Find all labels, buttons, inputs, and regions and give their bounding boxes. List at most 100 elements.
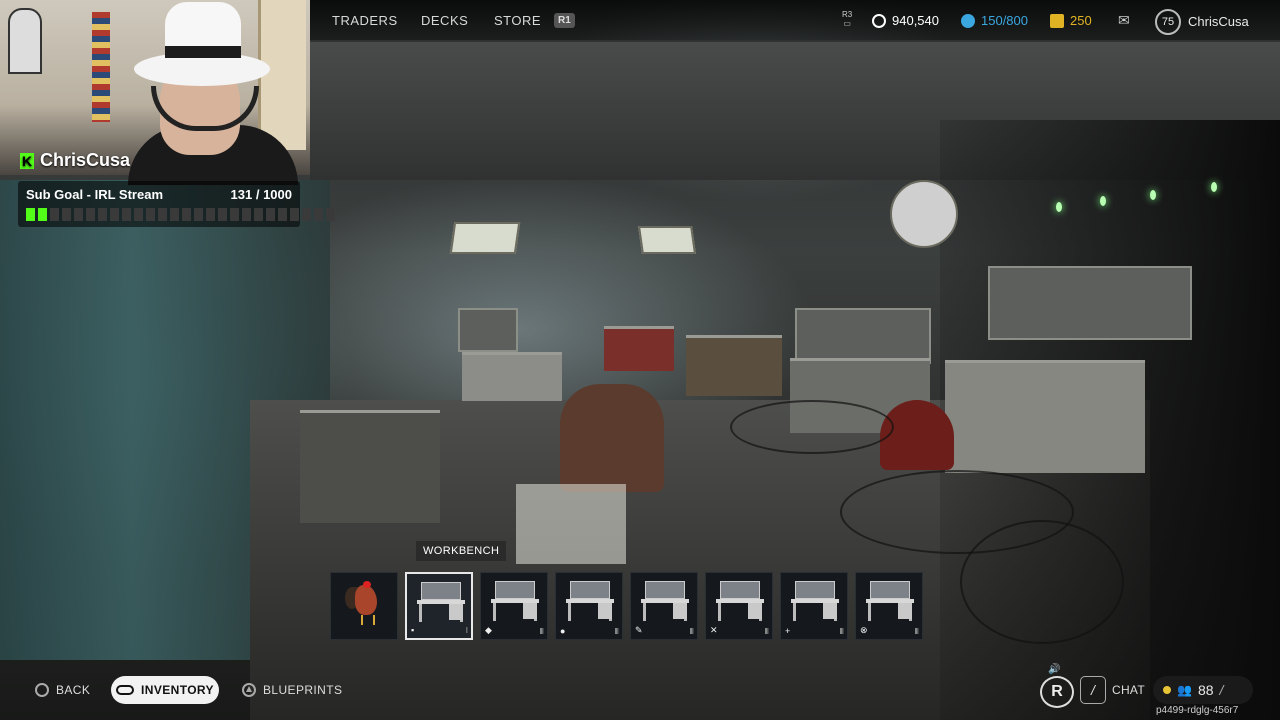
tokens-display: 250	[1050, 13, 1092, 28]
r3-hint: R3 ▭	[842, 10, 852, 28]
progress-segment	[206, 208, 215, 221]
bench-icon	[491, 581, 539, 621]
game-logo-icon[interactable]: R	[1040, 676, 1074, 708]
bench-icon	[866, 581, 914, 621]
control-panel	[988, 266, 1192, 340]
currency-icon	[872, 13, 886, 28]
party-widget[interactable]: 👥 88 /	[1153, 676, 1253, 704]
bench-icon	[716, 581, 764, 621]
desk	[686, 335, 782, 396]
progress-segment	[110, 208, 119, 221]
bench-icon	[417, 582, 465, 622]
chat-button[interactable]: /	[1080, 676, 1106, 704]
session-code: p4499-rdglg-456r7	[1156, 705, 1239, 716]
slot-tier: III	[839, 627, 844, 636]
red-chair	[880, 400, 954, 470]
progress-segment	[170, 208, 179, 221]
hotbar-slot-weapons-bench[interactable]: ✕ III	[705, 572, 773, 640]
progress-segment	[26, 208, 35, 221]
sub-goal-progress-bar	[26, 208, 335, 221]
progress-segment	[146, 208, 155, 221]
nav-store[interactable]: STORE	[494, 13, 541, 28]
slot-tier: I	[465, 626, 468, 635]
hotbar-slot-workbench[interactable]: ▪ I	[405, 572, 473, 640]
string-light	[1100, 196, 1106, 206]
progress-segment	[62, 208, 71, 221]
string-light	[1056, 202, 1062, 212]
edit-icon: /	[1219, 682, 1224, 698]
hotbar-slot-refiner[interactable]: ⊗ III	[855, 572, 923, 640]
rooster-icon	[341, 581, 389, 625]
progress-segment	[278, 208, 287, 221]
progress-segment	[314, 208, 323, 221]
desk	[604, 326, 674, 371]
progress-segment	[242, 208, 251, 221]
player-level-badge: 75	[1155, 9, 1181, 35]
inventory-button[interactable]: INVENTORY	[111, 676, 219, 704]
progress-segment	[182, 208, 191, 221]
bench-icon	[566, 581, 614, 621]
hat-band	[165, 46, 241, 58]
hotbar-slot-utility-bench[interactable]: ✎ III	[630, 572, 698, 640]
progress-segment	[218, 208, 227, 221]
slot-tier: III	[614, 627, 619, 636]
back-label: BACK	[56, 683, 91, 697]
slot-tier: III	[764, 627, 769, 636]
cables	[960, 520, 1124, 644]
chat-label: CHAT	[1112, 683, 1145, 697]
progress-segment	[122, 208, 131, 221]
kick-logo-icon: K	[20, 152, 34, 169]
slot-category-icon: ✕	[710, 625, 718, 635]
workbench-tooltip: WORKBENCH	[416, 541, 507, 561]
slot-tier: III	[539, 627, 544, 636]
cam-window	[8, 8, 42, 74]
hotbar-slot-gunsmith-bench[interactable]: ◆ III	[480, 572, 548, 640]
progress-segment	[302, 208, 311, 221]
nav-decks[interactable]: DECKS	[421, 13, 468, 28]
hanging-lamp	[449, 222, 521, 254]
nav-traders[interactable]: TRADERS	[332, 13, 398, 28]
progress-segment	[230, 208, 239, 221]
circle-button-icon	[35, 683, 49, 697]
progress-segment	[134, 208, 143, 221]
blueprints-label: BLUEPRINTS	[263, 683, 343, 697]
sub-goal-count: 131 / 1000	[230, 187, 292, 202]
touchpad-icon	[116, 685, 135, 695]
progress-segment	[38, 208, 47, 221]
slot-category-icon: +	[785, 626, 791, 636]
inventory-label: INVENTORY	[141, 683, 214, 697]
stash-capacity: 150/800	[961, 13, 1028, 28]
armchair	[560, 384, 664, 492]
r3-label: R3	[842, 10, 853, 19]
blueprints-button[interactable]: BLUEPRINTS	[242, 680, 342, 700]
party-count: 88	[1197, 682, 1214, 698]
username[interactable]: ChrisCusa	[1188, 14, 1249, 29]
string-light	[1211, 182, 1217, 192]
r1-button-hint: R1	[554, 13, 575, 28]
streamer-tag: K ChrisCusa	[20, 150, 130, 171]
back-button[interactable]: BACK	[35, 680, 90, 700]
slot-category-icon: ▪	[411, 625, 415, 635]
progress-segment	[254, 208, 263, 221]
bench-icon	[791, 581, 839, 621]
hotbar-slot-medical-bench[interactable]: ● III	[555, 572, 623, 640]
controller-icon: ▭	[843, 19, 851, 28]
mail-icon[interactable]: ✉	[1118, 12, 1130, 29]
currency-display: 940,540	[872, 13, 939, 28]
slot-tier: III	[914, 627, 919, 636]
party-icon: 👥	[1177, 683, 1192, 697]
light-patch	[516, 484, 626, 564]
desk	[300, 410, 440, 523]
stash-capacity-value: 150/800	[981, 13, 1028, 28]
cam-bookshelf	[92, 12, 110, 122]
currency-value: 940,540	[892, 13, 939, 28]
hotbar-slot-med-station[interactable]: + III	[780, 572, 848, 640]
control-panel	[795, 308, 931, 364]
progress-segment	[266, 208, 275, 221]
surgical-light	[890, 180, 958, 248]
tokens-value: 250	[1070, 13, 1092, 28]
progress-segment	[74, 208, 83, 221]
progress-segment	[50, 208, 59, 221]
hotbar-slot-rooster[interactable]	[330, 572, 398, 640]
string-light	[1150, 190, 1156, 200]
